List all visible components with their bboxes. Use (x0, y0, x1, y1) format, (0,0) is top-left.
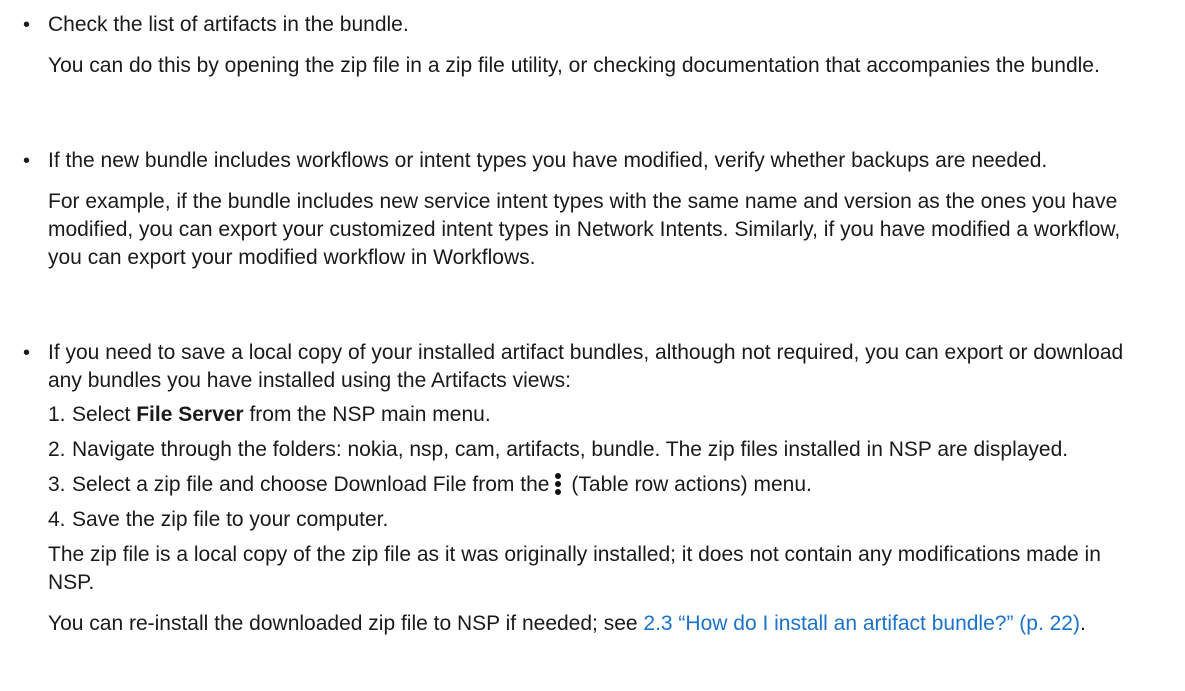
bullet-text: Check the list of artifacts in the bundl… (48, 13, 409, 36)
step-menu-name: File Server (136, 403, 244, 426)
bullet-detail: For example, if the bundle includes new … (48, 190, 1121, 269)
bullet-marker: • (23, 150, 31, 172)
steps-list: 1. Select File Server from the NSP main … (48, 401, 1185, 534)
step-item: 1. Select File Server from the NSP main … (48, 401, 1162, 429)
step-text-suffix: from the NSP main menu. (243, 403, 491, 426)
step-text: Save the zip file to your computer. (72, 508, 389, 531)
step-number: 4. (48, 508, 66, 531)
reinstall-text: You can re-install the downloaded zip fi… (48, 612, 644, 635)
bullet-save-local-copy: • If you need to save a local copy of yo… (0, 339, 1185, 638)
bullet-text: If the new bundle includes workflows or … (48, 149, 1048, 172)
bullet-detail: You can do this by opening the zip file … (48, 54, 1100, 77)
step-number: 1. (48, 403, 66, 426)
bullet-marker: • (23, 14, 31, 36)
zip-copy-note: The zip file is a local copy of the zip … (48, 543, 1101, 594)
reinstall-period: . (1079, 612, 1086, 635)
step-text-prefix: Select a zip file and choose Download Fi… (72, 473, 550, 496)
kebab-menu-icon (555, 473, 562, 495)
step-text: Navigate through the folders: nokia, nsp… (72, 438, 1069, 461)
cross-reference-link[interactable]: 2.3 “How do I install an artifact bundle… (643, 612, 1080, 635)
step-item: 4. Save the zip file to your computer. (48, 506, 1162, 534)
bullet-check-artifacts: • Check the list of artifacts in the bun… (0, 11, 1185, 80)
bullet-text: If you need to save a local copy of your… (48, 341, 1124, 392)
step-number: 2. (48, 438, 66, 461)
reinstall-note: You can re-install the downloaded zip fi… (48, 610, 1148, 638)
step-text-suffix: (Table row actions) menu. (571, 473, 812, 496)
step-text-prefix: Select (72, 403, 137, 426)
step-number: 3. (48, 473, 66, 496)
bullet-marker: • (23, 342, 31, 364)
bullet-verify-backups: • If the new bundle includes workflows o… (0, 147, 1185, 272)
step-item: 3. Select a zip file and choose Download… (48, 471, 1162, 499)
step-item: 2. Navigate through the folders: nokia, … (48, 436, 1162, 464)
